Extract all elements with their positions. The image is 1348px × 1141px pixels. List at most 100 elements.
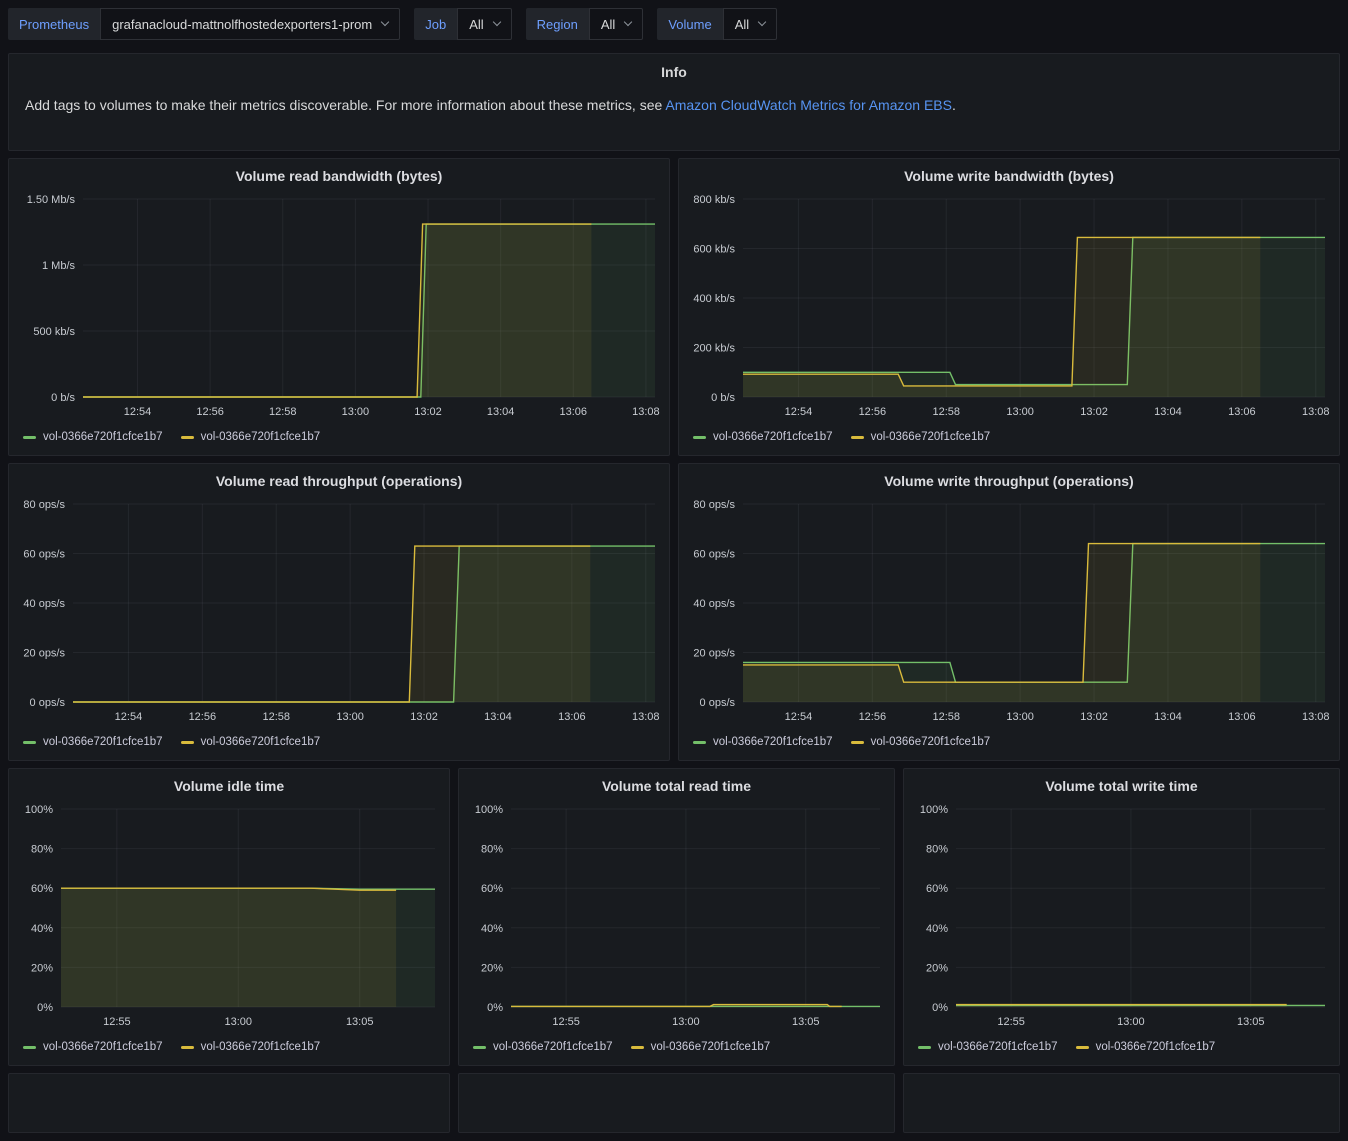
legend-series-label: vol-0366e720f1cfce1b7 xyxy=(43,736,163,748)
legend-item[interactable]: vol-0366e720f1cfce1b7 xyxy=(23,431,163,443)
chart-volume-write-bandwidth[interactable]: 12:54 12:56 12:58 13:00 13:02 13:04 13:06 13:08… xyxy=(679,193,1339,425)
legend-series-swatch xyxy=(693,435,706,439)
legend-series-swatch xyxy=(693,740,706,744)
legend-item[interactable]: vol-0366e720f1cfce1b7 xyxy=(23,1041,163,1053)
legend-series-label: vol-0366e720f1cfce1b7 xyxy=(43,1041,163,1053)
var-job-value: All xyxy=(469,16,484,32)
legend-series-swatch xyxy=(180,740,194,744)
legend-series-swatch xyxy=(23,435,36,439)
svg-text:12:55: 12:55 xyxy=(997,1016,1025,1028)
svg-text:13:00: 13:00 xyxy=(342,406,370,418)
legend-series-label: vol-0366e720f1cfce1b7 xyxy=(200,736,321,748)
var-volume-picker[interactable]: All xyxy=(722,8,778,40)
chevron-down-icon xyxy=(380,17,390,27)
svg-text:13:02: 13:02 xyxy=(1080,711,1108,723)
legend: vol-0366e720f1cfce1b7 vol-0366e720f1cfce1… xyxy=(9,1035,449,1065)
svg-text:60 ops/s: 60 ops/s xyxy=(693,549,735,561)
svg-text:800 kb/s: 800 kb/s xyxy=(693,194,735,206)
svg-text:0%: 0% xyxy=(37,1002,53,1014)
legend-item[interactable]: vol-0366e720f1cfce1b7 xyxy=(1075,1041,1216,1053)
svg-text:13:05: 13:05 xyxy=(1237,1016,1265,1028)
svg-text:80%: 80% xyxy=(926,844,948,856)
svg-text:40%: 40% xyxy=(926,923,948,935)
svg-text:200 kb/s: 200 kb/s xyxy=(693,343,735,355)
panel-volume-write-bandwidth: Volume write bandwidth (bytes) 12:54 12:5… xyxy=(678,158,1340,456)
svg-text:500 kb/s: 500 kb/s xyxy=(33,326,75,338)
legend-series-swatch xyxy=(180,1045,194,1049)
legend-series-label: vol-0366e720f1cfce1b7 xyxy=(870,736,991,748)
svg-text:13:02: 13:02 xyxy=(414,406,442,418)
panel-title[interactable]: Volume read throughput (operations) xyxy=(9,464,669,498)
legend-item[interactable]: vol-0366e720f1cfce1b7 xyxy=(23,736,163,748)
svg-text:12:54: 12:54 xyxy=(785,711,813,723)
legend-item[interactable]: vol-0366e720f1cfce1b7 xyxy=(180,431,320,443)
legend-item[interactable]: vol-0366e720f1cfce1b7 xyxy=(918,1041,1058,1053)
panel-title[interactable]: Volume write bandwidth (bytes) xyxy=(679,159,1339,193)
var-job: Job All xyxy=(414,8,512,40)
var-datasource: Prometheus grafanacloud-mattnolfhostedex… xyxy=(8,8,401,40)
svg-text:13:04: 13:04 xyxy=(1154,406,1182,418)
chart-volume-total-read-time[interactable]: 12:55 13:00 13:05 0% 20% 40% 60% 80% 100% xyxy=(459,803,894,1035)
cloudwatch-metrics-link[interactable]: Amazon CloudWatch Metrics for Amazon EBS xyxy=(665,97,952,113)
legend-item[interactable]: vol-0366e720f1cfce1b7 xyxy=(630,1041,771,1053)
svg-text:13:08: 13:08 xyxy=(632,711,660,723)
var-datasource-value: grafanacloud-mattnolfhostedexporters1-pr… xyxy=(112,16,373,32)
svg-text:60%: 60% xyxy=(31,883,53,895)
svg-text:13:04: 13:04 xyxy=(487,406,515,418)
svg-text:20%: 20% xyxy=(926,962,948,974)
var-region-value: All xyxy=(600,16,616,32)
svg-text:80 ops/s: 80 ops/s xyxy=(23,499,65,511)
svg-text:12:54: 12:54 xyxy=(124,406,152,418)
legend-item[interactable]: vol-0366e720f1cfce1b7 xyxy=(693,736,833,748)
panel-title[interactable]: Volume total write time xyxy=(904,769,1339,803)
legend-series-swatch xyxy=(850,740,864,744)
chart-volume-read-throughput[interactable]: 12:54 12:56 12:58 13:00 13:02 13:04 13:06 13:08… xyxy=(9,498,669,730)
legend-series-label: vol-0366e720f1cfce1b7 xyxy=(650,1041,771,1053)
legend-series-label: vol-0366e720f1cfce1b7 xyxy=(938,1041,1058,1053)
svg-text:13:00: 13:00 xyxy=(336,711,364,723)
svg-text:12:58: 12:58 xyxy=(932,406,960,418)
legend-item[interactable]: vol-0366e720f1cfce1b7 xyxy=(850,431,990,443)
legend-item[interactable]: vol-0366e720f1cfce1b7 xyxy=(180,1041,320,1053)
chart-volume-total-write-time[interactable]: 12:55 13:00 13:05 0% 20% 40% 60% 80% 100% xyxy=(904,803,1339,1035)
var-datasource-picker[interactable]: grafanacloud-mattnolfhostedexporters1-pr… xyxy=(100,8,401,40)
svg-text:0%: 0% xyxy=(487,1002,503,1014)
dashboard: Prometheus grafanacloud-mattnolfhostedex… xyxy=(0,0,1348,1141)
var-region-picker[interactable]: All xyxy=(588,8,644,40)
svg-text:12:56: 12:56 xyxy=(859,406,887,418)
var-volume-value: All xyxy=(734,16,750,32)
panel-title[interactable]: Volume read bandwidth (bytes) xyxy=(9,159,669,193)
svg-text:13:06: 13:06 xyxy=(1228,711,1256,723)
chart-row-2: Volume read throughput (operations) 12:5… xyxy=(8,463,1340,761)
svg-text:1 Mb/s: 1 Mb/s xyxy=(42,260,76,272)
var-job-picker[interactable]: All xyxy=(457,8,512,40)
svg-text:12:58: 12:58 xyxy=(932,711,960,723)
svg-text:13:04: 13:04 xyxy=(484,711,512,723)
svg-text:80%: 80% xyxy=(31,844,53,856)
chart-volume-idle-time[interactable]: 12:55 13:00 13:05 0% 20% 40% 60% 80% 100% xyxy=(9,803,449,1035)
legend-item[interactable]: vol-0366e720f1cfce1b7 xyxy=(693,431,833,443)
panel-volume-total-read-time: Volume total read time 12:55 13:00 13:05 0%… xyxy=(458,768,895,1066)
panel-title[interactable]: Volume total read time xyxy=(459,769,894,803)
legend-item[interactable]: vol-0366e720f1cfce1b7 xyxy=(850,736,991,748)
svg-text:40 ops/s: 40 ops/s xyxy=(23,598,65,610)
var-datasource-label: Prometheus xyxy=(8,8,101,40)
info-panel-title[interactable]: Info xyxy=(25,64,1323,80)
chart-volume-write-throughput[interactable]: 12:54 12:56 12:58 13:00 13:02 13:04 13:06 13:08… xyxy=(679,498,1339,730)
panel-volume-read-bandwidth: Volume read bandwidth (bytes) 12:54 12:56… xyxy=(8,158,670,456)
svg-text:12:55: 12:55 xyxy=(103,1016,131,1028)
legend-item[interactable]: vol-0366e720f1cfce1b7 xyxy=(473,1041,613,1053)
legend-series-label: vol-0366e720f1cfce1b7 xyxy=(1095,1041,1216,1053)
legend-item[interactable]: vol-0366e720f1cfce1b7 xyxy=(180,736,321,748)
legend-series-swatch xyxy=(850,435,864,439)
svg-text:100%: 100% xyxy=(475,804,503,816)
legend: vol-0366e720f1cfce1b7 vol-0366e720f1cfce1… xyxy=(459,1035,894,1065)
panel-title[interactable]: Volume idle time xyxy=(9,769,449,803)
legend: vol-0366e720f1cfce1b7 vol-0366e720f1cfce1… xyxy=(9,730,669,760)
panel-title[interactable]: Volume write throughput (operations) xyxy=(679,464,1339,498)
svg-text:80%: 80% xyxy=(481,844,503,856)
chart-volume-read-bandwidth[interactable]: 12:54 12:56 12:58 13:00 13:02 13:04 13:06 13:08… xyxy=(9,193,669,425)
svg-text:20 ops/s: 20 ops/s xyxy=(23,648,65,660)
svg-text:13:08: 13:08 xyxy=(632,406,660,418)
svg-text:100%: 100% xyxy=(25,804,53,816)
